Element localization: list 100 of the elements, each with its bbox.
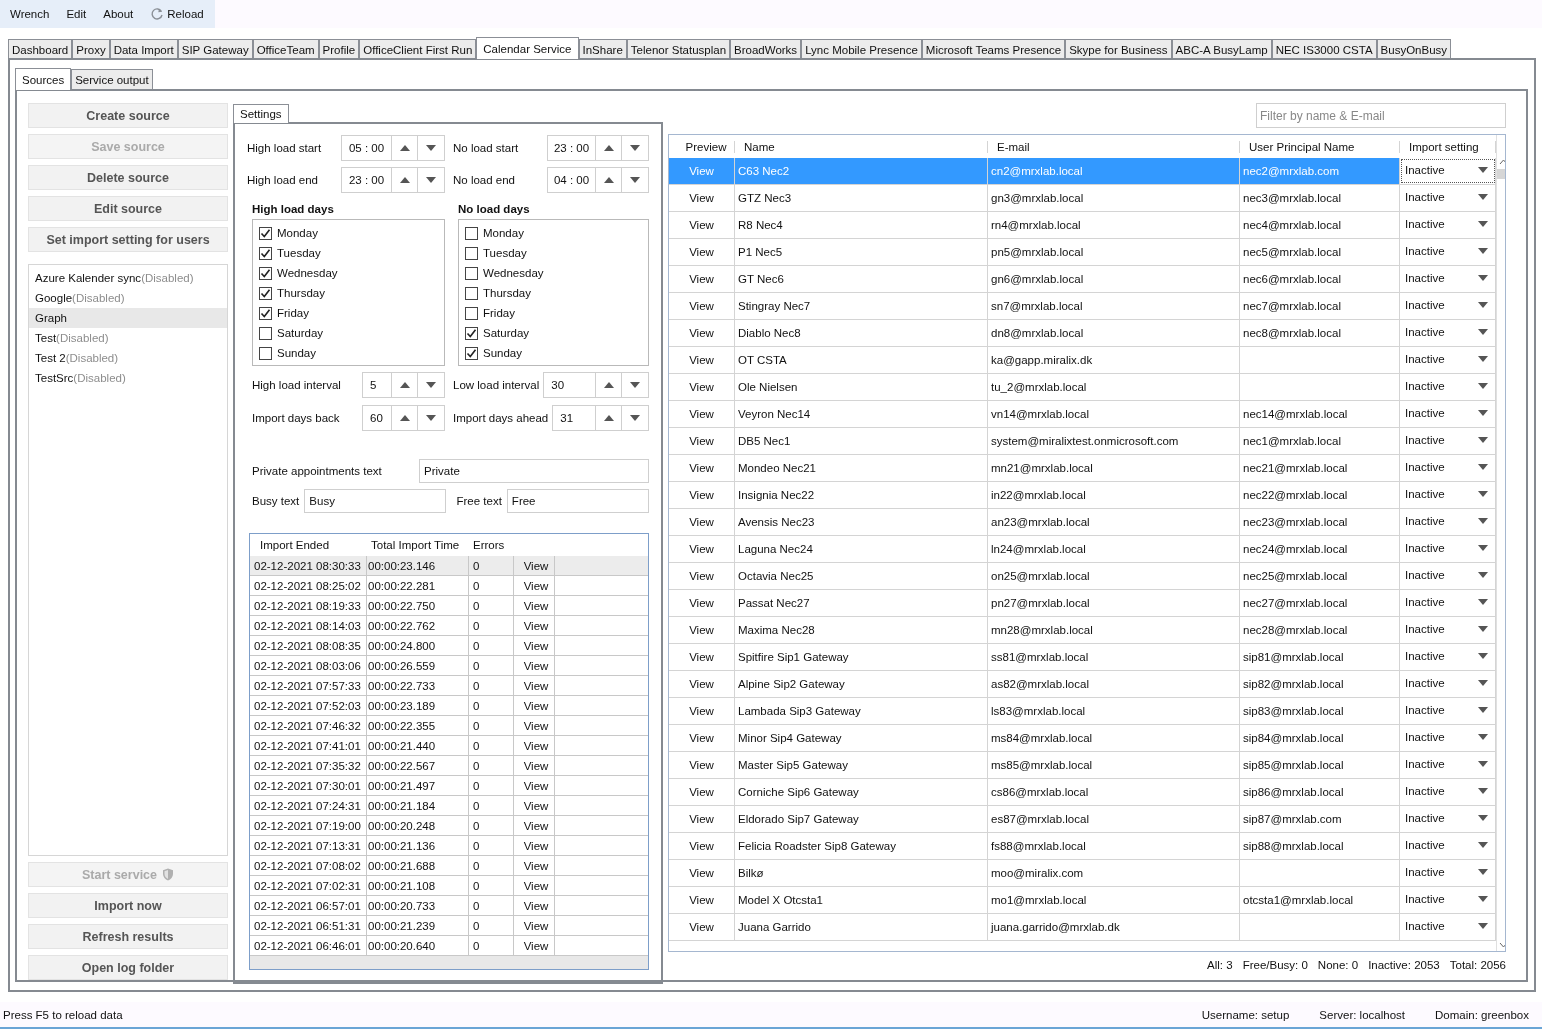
source-item[interactable]: Google(Disabled)	[29, 288, 227, 308]
checkbox[interactable]	[259, 266, 272, 280]
source-item[interactable]: Test(Disabled)	[29, 328, 227, 348]
text-field[interactable]: Free	[506, 489, 649, 513]
action-button[interactable]: Import now	[28, 893, 228, 918]
reload-button[interactable]: Reload	[150, 7, 204, 21]
view-link[interactable]: View	[514, 836, 555, 855]
tab[interactable]: Microsoft Teams Presence	[921, 39, 1066, 59]
view-link[interactable]: View	[669, 671, 735, 697]
tab[interactable]: OfficeClient First Run	[359, 39, 477, 59]
action-button[interactable]: Refresh results	[28, 924, 228, 949]
checkbox[interactable]	[259, 346, 272, 360]
checkbox[interactable]	[259, 226, 272, 240]
tab[interactable]: BusyOnBusy	[1376, 39, 1452, 59]
view-link[interactable]: View	[669, 293, 735, 319]
view-link[interactable]: View	[669, 833, 735, 859]
checkbox[interactable]	[465, 226, 478, 240]
menu-item[interactable]: Edit	[66, 6, 94, 22]
view-link[interactable]: View	[669, 428, 735, 454]
view-link[interactable]: View	[669, 914, 735, 940]
view-link[interactable]: View	[514, 816, 555, 835]
view-link[interactable]: View	[669, 401, 735, 427]
tab[interactable]: Calendar Service	[476, 37, 579, 59]
view-link[interactable]: View	[669, 725, 735, 751]
view-link[interactable]: View	[514, 616, 555, 635]
view-link[interactable]: View	[514, 696, 555, 715]
tab[interactable]: Skype for Business	[1065, 39, 1172, 59]
tab[interactable]: Sources	[15, 68, 72, 90]
view-link[interactable]: View	[669, 860, 735, 886]
action-button[interactable]: Set import setting for users	[28, 227, 228, 252]
view-link[interactable]: View	[669, 590, 735, 616]
view-link[interactable]: View	[514, 756, 555, 775]
checkbox[interactable]	[259, 326, 272, 340]
action-button[interactable]: Create source	[28, 103, 228, 128]
view-link[interactable]: View	[514, 736, 555, 755]
view-link[interactable]: View	[514, 916, 555, 935]
view-link[interactable]: View	[669, 698, 735, 724]
view-link[interactable]: View	[669, 536, 735, 562]
view-link[interactable]: View	[514, 856, 555, 875]
view-link[interactable]: View	[514, 656, 555, 675]
column-header[interactable]: Total Import Time	[367, 539, 469, 551]
view-link[interactable]: View	[669, 374, 735, 400]
tab[interactable]: NEC IS3000 CSTA	[1271, 39, 1377, 59]
tab[interactable]: Service output	[71, 69, 153, 89]
text-field[interactable]: Busy	[304, 489, 447, 513]
view-link[interactable]: View	[514, 876, 555, 895]
view-link[interactable]: View	[669, 212, 735, 238]
import-setting-dropdown[interactable]: Inactive	[1400, 158, 1496, 184]
tab[interactable]: ABC-A BusyLamp	[1171, 39, 1272, 59]
source-item[interactable]: Graph	[29, 308, 227, 328]
view-link[interactable]: View	[669, 752, 735, 778]
checkbox[interactable]	[465, 286, 478, 300]
view-link[interactable]: View	[669, 617, 735, 643]
source-item[interactable]: TestSrc(Disabled)	[29, 368, 227, 388]
checkbox[interactable]	[465, 326, 478, 340]
text-field[interactable]: Private	[419, 459, 649, 483]
view-link[interactable]: View	[669, 644, 735, 670]
view-link[interactable]: View	[514, 936, 555, 955]
tab[interactable]: InShare	[578, 39, 627, 59]
view-link[interactable]: View	[669, 482, 735, 508]
checkbox[interactable]	[259, 306, 272, 320]
checkbox[interactable]	[465, 246, 478, 260]
view-link[interactable]: View	[669, 320, 735, 346]
source-item[interactable]: Azure Kalender sync(Disabled)	[29, 268, 227, 288]
checkbox[interactable]	[259, 246, 272, 260]
view-link[interactable]: View	[514, 556, 555, 575]
column-header[interactable]: User Principal Name	[1240, 140, 1400, 153]
column-header[interactable]: Name	[735, 140, 988, 153]
menu-item[interactable]: Wrench	[10, 6, 57, 22]
view-link[interactable]: View	[514, 776, 555, 795]
checkbox[interactable]	[465, 266, 478, 280]
tab[interactable]: BroadWorks	[730, 39, 802, 59]
column-header[interactable]: Preview	[669, 140, 735, 153]
view-link[interactable]: View	[514, 636, 555, 655]
view-link[interactable]: View	[669, 509, 735, 535]
action-button[interactable]: Delete source	[28, 165, 228, 190]
view-link[interactable]: View	[514, 796, 555, 815]
column-header[interactable]: Errors	[469, 539, 514, 551]
tab[interactable]: Lync Mobile Presence	[801, 39, 922, 59]
view-link[interactable]: View	[669, 563, 735, 589]
view-link[interactable]: View	[514, 716, 555, 735]
view-link[interactable]: View	[669, 185, 735, 211]
view-link[interactable]: View	[669, 239, 735, 265]
view-link[interactable]: View	[514, 896, 555, 915]
view-link[interactable]: View	[514, 576, 555, 595]
action-button[interactable]: Edit source	[28, 196, 228, 221]
view-link[interactable]: View	[669, 887, 735, 913]
tab[interactable]: SIP Gateway	[177, 39, 253, 59]
tab[interactable]: Dashboard	[8, 39, 73, 59]
column-header[interactable]: Import Ended	[250, 539, 367, 551]
source-item[interactable]: Test 2(Disabled)	[29, 348, 227, 368]
view-link[interactable]: View	[669, 779, 735, 805]
menu-item[interactable]: About	[103, 6, 141, 22]
checkbox[interactable]	[465, 306, 478, 320]
tab[interactable]: Proxy	[72, 39, 110, 59]
view-link[interactable]: View	[669, 806, 735, 832]
filter-field[interactable]: Filter by name & E-mail	[1256, 103, 1506, 128]
tab[interactable]: Telenor Statusplan	[626, 39, 731, 59]
tab[interactable]: Profile	[318, 39, 360, 59]
view-link[interactable]: View	[514, 676, 555, 695]
